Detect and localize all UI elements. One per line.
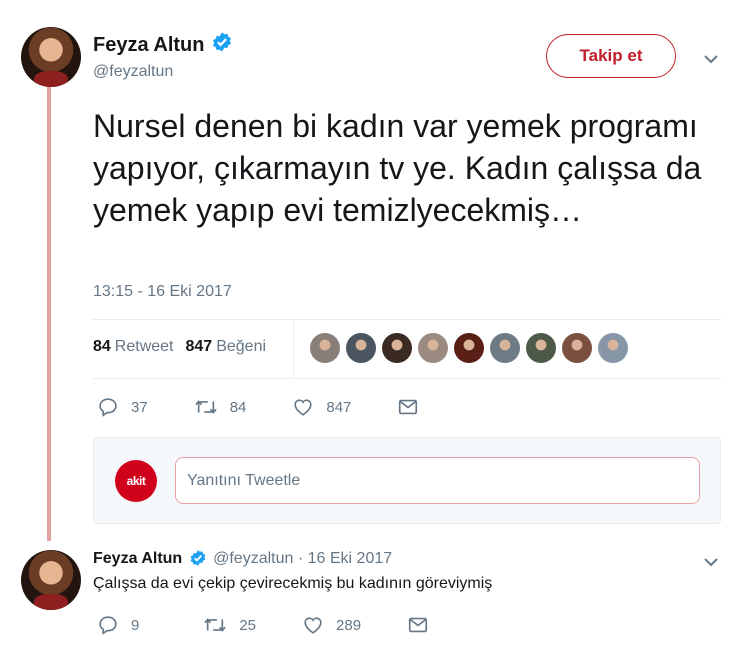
direct-message-icon [408, 617, 428, 633]
retweet-icon [204, 618, 227, 632]
liker-avatar[interactable] [598, 333, 628, 363]
reply-tweet-header: Feyza Altun @feyzaltun · 16 Eki 2017 [93, 549, 392, 569]
author-name[interactable]: Feyza Altun [93, 34, 205, 57]
liker-avatar[interactable] [346, 333, 376, 363]
reply-action[interactable]: 9 [97, 614, 157, 636]
liker-avatar[interactable] [526, 333, 556, 363]
reply-separator: · [297, 550, 304, 568]
reply-tweet-text: Çalışsa da evi çekip çevirecekmiş bu kad… [93, 575, 493, 592]
retweet-label: Retweet [114, 338, 174, 355]
chevron-down-icon[interactable] [701, 552, 721, 572]
retweet-action-count: 25 [239, 616, 257, 634]
reply-author-handle[interactable]: @feyzaltun [213, 550, 293, 567]
liker-avatar[interactable] [418, 333, 448, 363]
chevron-down-icon[interactable] [701, 49, 721, 69]
liker-avatar[interactable] [454, 333, 484, 363]
retweet-count: 84 [93, 338, 111, 355]
author-avatar[interactable] [21, 27, 81, 87]
thread-connector-line [47, 86, 51, 541]
direct-message-icon [399, 399, 418, 415]
liker-avatar[interactable] [490, 333, 520, 363]
retweet-stat[interactable]: 84 Retweet [93, 338, 174, 356]
reply-composer: akit Yanıtını Tweetle [93, 437, 721, 524]
like-icon [304, 617, 322, 634]
liker-avatars [310, 333, 634, 363]
like-icon [294, 399, 312, 416]
tweet-timestamp[interactable]: 13:15 - 16 Eki 2017 [93, 283, 232, 301]
divider [93, 319, 721, 320]
reply-action[interactable]: 37 [97, 396, 148, 418]
like-count: 847 [185, 338, 213, 355]
tweet-text: Nursel denen bi kadın var yemek programı… [93, 108, 702, 228]
like-action-count: 289 [336, 616, 362, 634]
current-user-avatar[interactable]: akit [115, 460, 157, 502]
retweet-icon [194, 400, 217, 414]
reply-icon [99, 616, 117, 635]
reply-input[interactable]: Yanıtını Tweetle [175, 457, 700, 504]
reply-date[interactable]: 16 Eki 2017 [308, 550, 393, 567]
verified-badge-icon [189, 549, 207, 569]
verified-badge-icon [211, 31, 233, 59]
like-label: Beğeni [216, 338, 267, 355]
reply-tweet-actions: 9 25 289 [97, 614, 487, 636]
reply-count: 37 [131, 398, 148, 416]
like-action[interactable]: 847 [292, 396, 351, 418]
engagement-stats: 84 Retweet 847 Beğeni [93, 338, 266, 356]
liker-avatar[interactable] [382, 333, 412, 363]
liker-avatar[interactable] [562, 333, 592, 363]
direct-message-action[interactable] [397, 396, 431, 418]
like-action[interactable]: 289 [302, 614, 361, 636]
reply-count: 9 [131, 616, 140, 634]
like-stat[interactable]: 847 Beğeni [186, 338, 267, 356]
like-action-count: 847 [326, 398, 352, 416]
retweet-action-count: 84 [229, 398, 247, 416]
author-handle[interactable]: @feyzaltun [93, 63, 173, 81]
reply-author-name[interactable]: Feyza Altun [93, 550, 182, 567]
stats-separator [293, 320, 294, 377]
retweet-action[interactable]: 25 [203, 614, 256, 636]
retweet-action[interactable]: 84 [194, 396, 247, 418]
follow-button[interactable]: Takip et [546, 34, 676, 78]
direct-message-action[interactable] [407, 614, 441, 636]
tweet-actions: 37 84 847 [97, 396, 477, 418]
divider [93, 378, 721, 379]
reply-icon [99, 398, 117, 417]
reply-author-avatar[interactable] [21, 550, 81, 610]
liker-avatar[interactable] [310, 333, 340, 363]
